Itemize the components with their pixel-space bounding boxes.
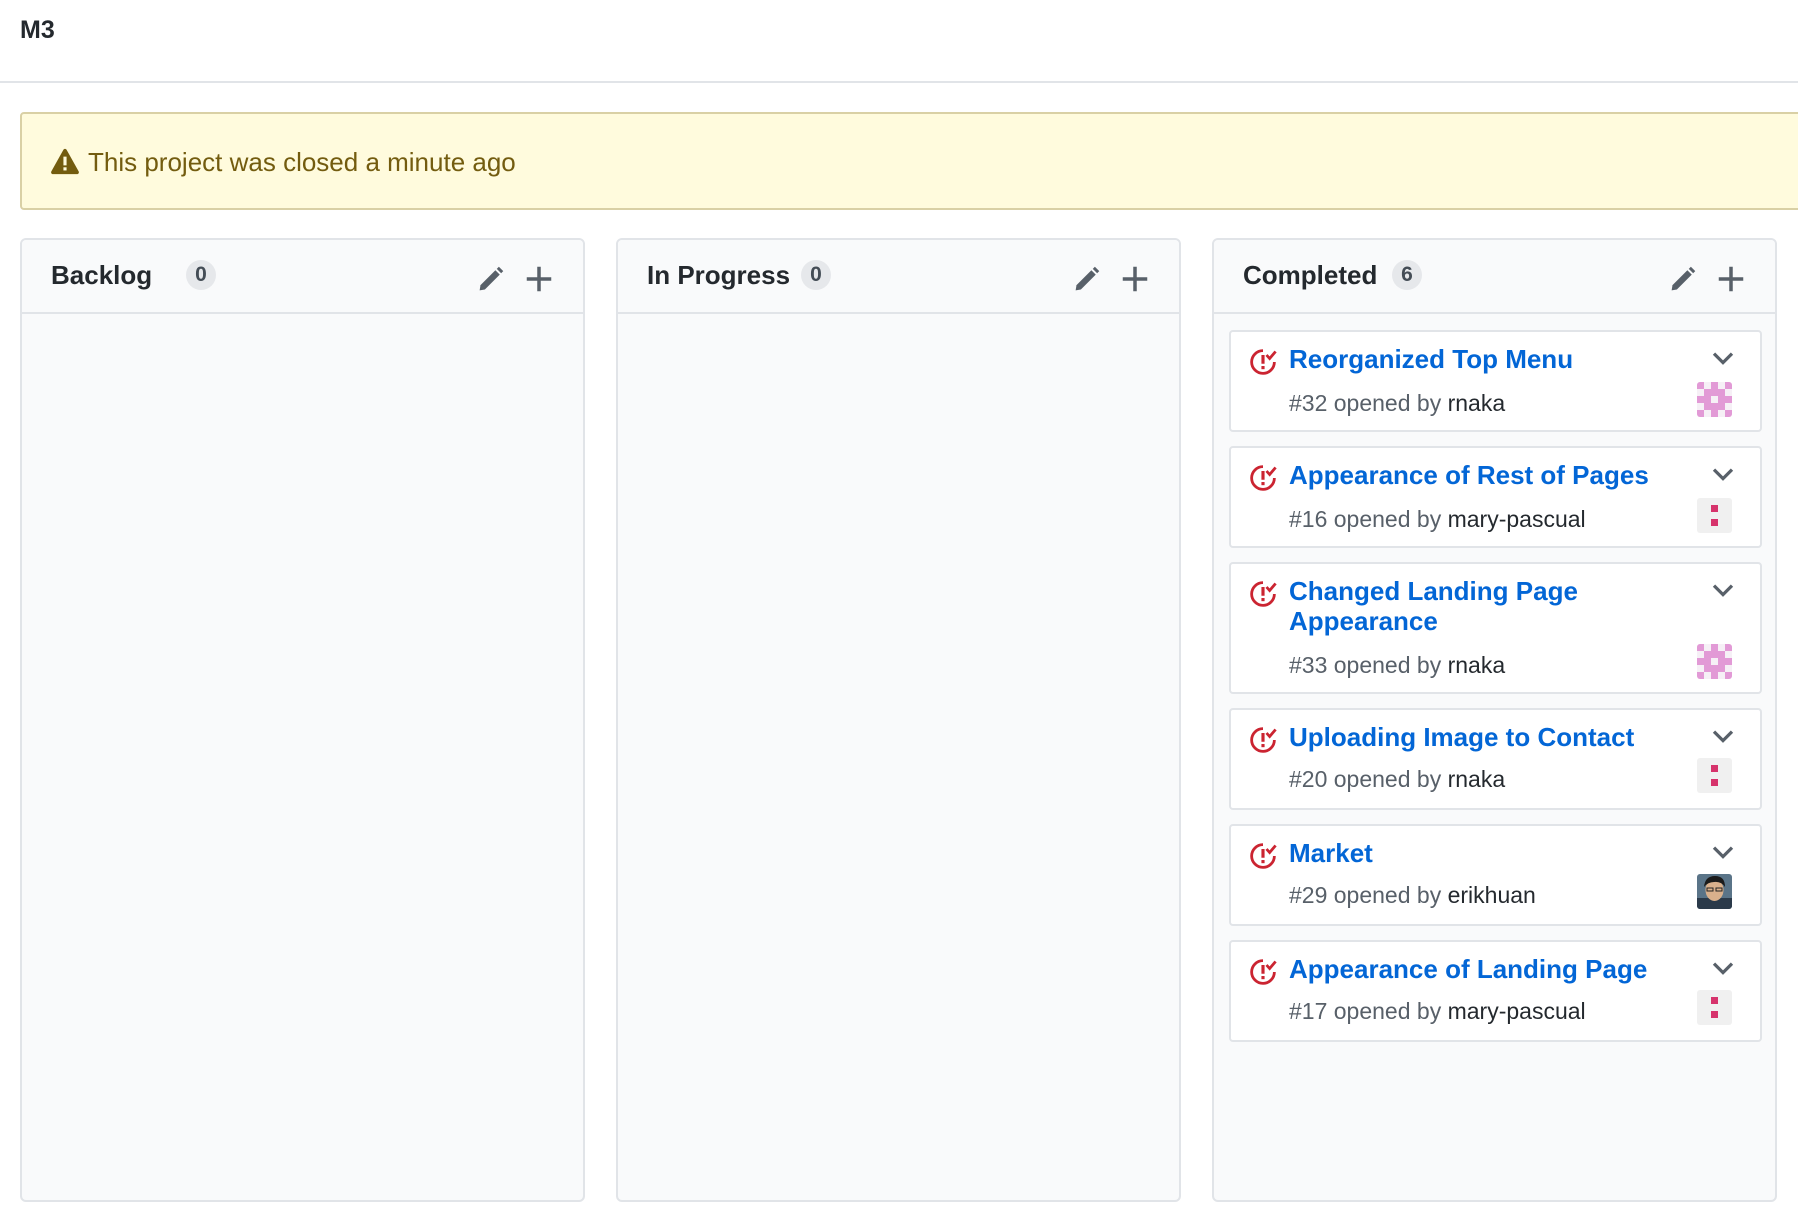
chevron-down-icon[interactable] <box>1712 466 1734 484</box>
column-completed: Completed 6 Reorganized Top Menu #32 ope… <box>1212 238 1777 1202</box>
issue-title-link[interactable]: Changed Landing Page Appearance <box>1289 576 1609 636</box>
issue-card[interactable]: Market #29 opened by erikhuan <box>1229 824 1762 926</box>
avatar[interactable] <box>1697 990 1732 1025</box>
issue-number: #33 <box>1289 652 1328 678</box>
issue-title-link[interactable]: Appearance of Landing Page <box>1289 954 1689 984</box>
issue-number: #17 <box>1289 998 1328 1024</box>
column-name: In Progress <box>647 260 791 290</box>
pencil-icon[interactable] <box>1073 265 1101 293</box>
issue-closed-icon <box>1250 349 1277 375</box>
issue-card[interactable]: Reorganized Top Menu #32 opened by rnaka <box>1229 330 1762 432</box>
issue-card[interactable]: Appearance of Rest of Pages #16 opened b… <box>1229 446 1762 548</box>
opened-by-label: opened by <box>1333 390 1442 416</box>
chevron-down-icon[interactable] <box>1712 350 1734 368</box>
issue-meta: #33 opened by rnaka <box>1289 652 1505 679</box>
opened-by-label: opened by <box>1333 766 1442 792</box>
column-count-badge: 0 <box>186 260 216 290</box>
project-header: M3 <box>0 0 1798 83</box>
issue-closed-icon <box>1250 843 1277 869</box>
issue-meta: #17 opened by mary-pascual <box>1289 998 1586 1025</box>
issue-author[interactable]: mary-pascual <box>1448 506 1586 532</box>
opened-by-label: opened by <box>1333 652 1442 678</box>
issue-author[interactable]: rnaka <box>1448 766 1506 792</box>
issue-author[interactable]: rnaka <box>1448 652 1506 678</box>
issue-meta: #16 opened by mary-pascual <box>1289 506 1586 533</box>
avatar[interactable] <box>1697 644 1732 679</box>
opened-by-label: opened by <box>1333 998 1442 1024</box>
column-count-badge: 6 <box>1392 260 1422 290</box>
chevron-down-icon[interactable] <box>1712 844 1734 862</box>
issue-card[interactable]: Appearance of Landing Page #17 opened by… <box>1229 940 1762 1042</box>
issue-title-link[interactable]: Uploading Image to Contact <box>1289 722 1689 752</box>
issue-title-link[interactable]: Market <box>1289 838 1689 868</box>
flash-banner: This project was closed a minute ago <box>20 112 1798 210</box>
issue-author[interactable]: rnaka <box>1448 390 1506 416</box>
chevron-down-icon[interactable] <box>1712 728 1734 746</box>
issue-card[interactable]: Changed Landing Page Appearance #33 open… <box>1229 562 1762 694</box>
chevron-down-icon[interactable] <box>1712 960 1734 978</box>
issue-author[interactable]: erikhuan <box>1448 882 1536 908</box>
issue-title-link[interactable]: Reorganized Top Menu <box>1289 344 1689 374</box>
issue-number: #16 <box>1289 506 1328 532</box>
column-backlog: Backlog 0 <box>20 238 585 1202</box>
project-title: M3 <box>20 16 55 44</box>
issue-closed-icon <box>1250 465 1277 491</box>
issue-closed-icon <box>1250 959 1277 985</box>
column-name: Backlog <box>51 260 153 290</box>
pencil-icon[interactable] <box>1669 265 1697 293</box>
avatar[interactable] <box>1697 498 1732 533</box>
avatar[interactable] <box>1697 382 1732 417</box>
flash-message: This project was closed a minute ago <box>88 147 516 177</box>
chevron-down-icon[interactable] <box>1712 582 1734 600</box>
pencil-icon[interactable] <box>477 265 505 293</box>
issue-meta: #20 opened by rnaka <box>1289 766 1505 793</box>
issue-number: #20 <box>1289 766 1328 792</box>
column-header: Backlog 0 <box>22 240 583 314</box>
column-count-badge: 0 <box>801 260 831 290</box>
issue-author[interactable]: mary-pascual <box>1448 998 1586 1024</box>
opened-by-label: opened by <box>1333 506 1442 532</box>
issue-meta: #32 opened by rnaka <box>1289 390 1505 417</box>
issue-number: #32 <box>1289 390 1328 416</box>
column-name: Completed <box>1243 260 1378 290</box>
alert-icon <box>51 148 79 175</box>
plus-icon[interactable] <box>1717 265 1745 293</box>
plus-icon[interactable] <box>1121 265 1149 293</box>
issue-title-link[interactable]: Appearance of Rest of Pages <box>1289 460 1689 490</box>
avatar[interactable] <box>1697 874 1732 909</box>
issue-meta: #29 opened by erikhuan <box>1289 882 1536 909</box>
opened-by-label: opened by <box>1333 882 1442 908</box>
column-in-progress: In Progress 0 <box>616 238 1181 1202</box>
column-header: Completed 6 <box>1214 240 1775 314</box>
column-header: In Progress 0 <box>618 240 1179 314</box>
issue-card[interactable]: Uploading Image to Contact #20 opened by… <box>1229 708 1762 810</box>
plus-icon[interactable] <box>525 265 553 293</box>
issue-closed-icon <box>1250 727 1277 753</box>
issue-number: #29 <box>1289 882 1328 908</box>
avatar[interactable] <box>1697 758 1732 793</box>
issue-closed-icon <box>1250 581 1277 607</box>
